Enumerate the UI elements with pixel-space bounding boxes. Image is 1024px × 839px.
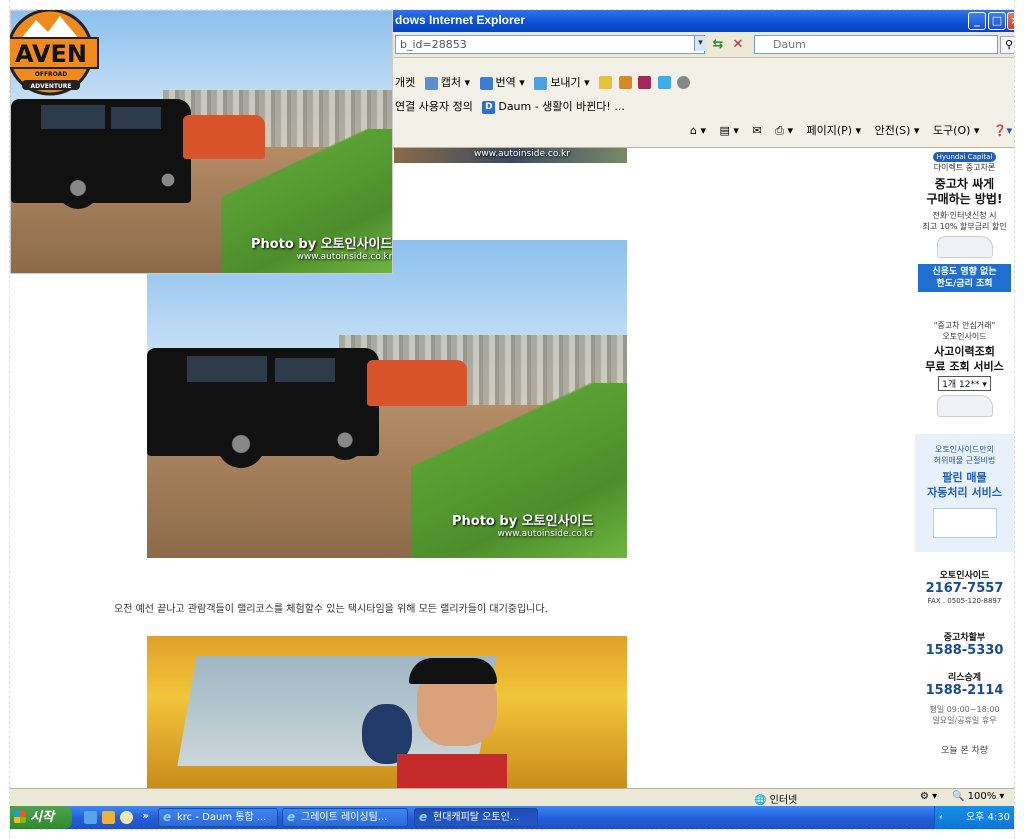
system-tray: ‹ 오후 4:30 xyxy=(934,806,1014,829)
menu-page[interactable]: 페이지(P) ▾ xyxy=(806,124,861,137)
quicklaunch-messenger-icon[interactable] xyxy=(102,811,115,824)
orange-rally-car xyxy=(183,115,265,159)
recently-viewed[interactable]: 오늘 본 차량 xyxy=(915,746,1014,757)
logo-offroad: OFFROAD xyxy=(35,71,68,78)
windows-logo-icon xyxy=(14,811,26,823)
help-icon[interactable]: ❓▾ xyxy=(993,124,1012,137)
ad1-title: 중고차 싸게 구매하는 방법! xyxy=(926,177,1003,206)
favorites-bar: 연결 사용자 정의 D Daum - 생활이 바뀐다! ... xyxy=(395,98,631,118)
contact-phone: 2167-7557 xyxy=(925,581,1004,596)
ad-sold-listing[interactable]: 오토인사이드만의 허위매물 근절비법 팔린 매물 자동처리 서비스 xyxy=(915,434,1014,552)
windows-taskbar: 시작 » krc - Daum 통합 ... 그레이트 레이싱팀... 현대캐피… xyxy=(10,806,1014,829)
mail-icon[interactable]: ✉ xyxy=(752,124,761,137)
feeds-icon[interactable]: ▤ ▾ xyxy=(720,124,739,137)
task-great-racing[interactable]: 그레이트 레이싱팀... xyxy=(282,808,408,827)
hyundai-capital-badge: Hyundai Capital xyxy=(933,152,996,162)
minimize-button[interactable]: _ xyxy=(968,12,986,30)
quicklaunch-desktop-icon[interactable] xyxy=(84,811,97,824)
note-icon[interactable] xyxy=(599,75,613,89)
monitor-icon xyxy=(932,508,997,538)
black-rally-suv xyxy=(147,348,379,468)
toolbar-item-translate[interactable]: 번역 ▾ xyxy=(479,74,525,90)
favorite-daum[interactable]: D Daum - 생활이 바뀐다! ... xyxy=(482,98,625,114)
quicklaunch-bulb-icon[interactable] xyxy=(120,811,133,824)
links-toolbar: 개켓 캡처 ▾ 번역 ▾ 보내기 ▾ xyxy=(395,74,693,94)
toolbar-item-gadget[interactable]: 개켓 xyxy=(395,74,415,90)
toolbar-item-send[interactable]: 보내기 ▾ xyxy=(534,74,590,90)
logo-adventure: ADVENTURE xyxy=(30,83,71,90)
lease-contact: 리스승계 1588-2114 평일 09:00~18:00 일요일/공휴일 휴무 xyxy=(925,673,1004,725)
status-bar: 🌐 인터넷 ⚙ ▾ 🔍 100% ▾ xyxy=(10,788,1014,806)
command-bar: ⌂ ▾ ▤ ▾ ✉ ⎙ ▾ 페이지(P) ▾ 안전(S) ▾ 도구(O) ▾ ❓… xyxy=(690,122,1022,138)
sidebar-ads: Hyundai Capital 다이렉트 중고차론 중고차 싸게 구매하는 방법… xyxy=(915,148,1014,788)
photo-watermark: Photo by 오토인사이드 www.autoinside.co.kr xyxy=(452,514,594,539)
home-icon[interactable]: ⌂ ▾ xyxy=(690,124,706,137)
protected-mode-icon[interactable]: ⚙ ▾ xyxy=(920,791,937,802)
print-icon[interactable]: ⎙ ▾ xyxy=(775,124,793,137)
installment-contact: 중고차할부 1588-5330 xyxy=(925,633,1004,658)
quicklaunch-expand-icon[interactable]: » xyxy=(142,809,149,822)
capture-icon xyxy=(424,76,438,90)
url-input[interactable]: b_id=28853 xyxy=(395,35,705,54)
black-rally-suv xyxy=(11,99,191,209)
menu-safety[interactable]: 안전(S) ▾ xyxy=(875,124,920,137)
menu-tools[interactable]: 도구(O) ▾ xyxy=(933,124,980,137)
logo-brand: AVEN xyxy=(15,40,87,68)
stop-icon[interactable]: ✕ xyxy=(730,37,746,53)
toolbar-item-capture[interactable]: 캡처 ▾ xyxy=(424,74,470,90)
plate-select[interactable]: 1개 12** ▾ xyxy=(938,376,991,391)
zone-indicator: 🌐 인터넷 xyxy=(754,795,798,806)
ad3-title: 팔린 매물 자동처리 서비스 xyxy=(927,471,1002,499)
refresh-icon[interactable]: ⇆ xyxy=(710,37,726,53)
translate-icon xyxy=(479,76,493,90)
task-daum[interactable]: krc - Daum 통합 ... xyxy=(158,808,278,827)
ad2-title: 사고이력조회 무료 조회 서비스 xyxy=(925,345,1004,373)
task-hyundai-capital[interactable]: 현대캐피탈 오토인... xyxy=(414,808,538,827)
strip-watermark: www.autoinside.co.kr xyxy=(474,149,570,159)
previous-photo-strip: www.autoinside.co.kr xyxy=(394,148,627,163)
orange-rally-car xyxy=(367,360,467,406)
loan-inquiry-button[interactable]: 신용도 영향 없는 한도/금리 조회 xyxy=(918,264,1011,292)
pdf-icon[interactable] xyxy=(638,75,652,89)
window-title: dows Internet Explorer xyxy=(395,13,526,27)
car-search-icon xyxy=(936,395,993,417)
ad-accident-history[interactable]: "중고차 안심거래" 오토인사이드 사고이력조회 무료 조회 서비스 1개 12… xyxy=(915,320,1014,421)
zoom-control[interactable]: 🔍 100% ▾ xyxy=(952,791,1004,802)
overlay-watermark: Photo by 오토인사이드 www.autoinside.co.kr xyxy=(251,237,393,262)
search-input[interactable]: Daum xyxy=(754,35,998,54)
maximize-button[interactable]: □ xyxy=(988,12,1006,30)
ad-used-car-loan[interactable]: Hyundai Capital 다이렉트 중고차론 중고차 싸게 구매하는 방법… xyxy=(915,152,1014,292)
settings-icon[interactable] xyxy=(677,75,691,89)
send-icon xyxy=(534,76,548,90)
brush-icon[interactable] xyxy=(618,75,632,89)
daum-favicon-icon: D xyxy=(482,100,496,114)
clock: 오후 4:30 xyxy=(965,812,1010,823)
screenshot-frame: dows Internet Explorer _ □ × b_id=28853 … xyxy=(0,0,1024,839)
aven-logo: AVEN OFFROAD ADVENTURE xyxy=(3,8,99,96)
twitter-icon[interactable] xyxy=(657,75,671,89)
car-icon xyxy=(936,236,993,258)
rally-photo: Photo by 오토인사이드 www.autoinside.co.kr xyxy=(147,240,627,558)
favorite-customize-links[interactable]: 연결 사용자 정의 xyxy=(395,98,473,114)
start-button[interactable]: 시작 xyxy=(10,806,72,829)
tray-arrow-icon[interactable]: ‹ xyxy=(939,806,943,829)
article-caption: 오전 예선 끝나고 관람객들이 랠리코스를 체험할수 있는 택시타임을 위해 모… xyxy=(114,604,548,615)
driver-cap xyxy=(409,658,497,684)
contact-info: 오토인사이드 2167-7557 FAX . 0505-120-8897 xyxy=(915,568,1014,607)
driver-photo xyxy=(147,636,627,788)
url-dropdown-icon[interactable]: ▾ xyxy=(694,36,706,51)
